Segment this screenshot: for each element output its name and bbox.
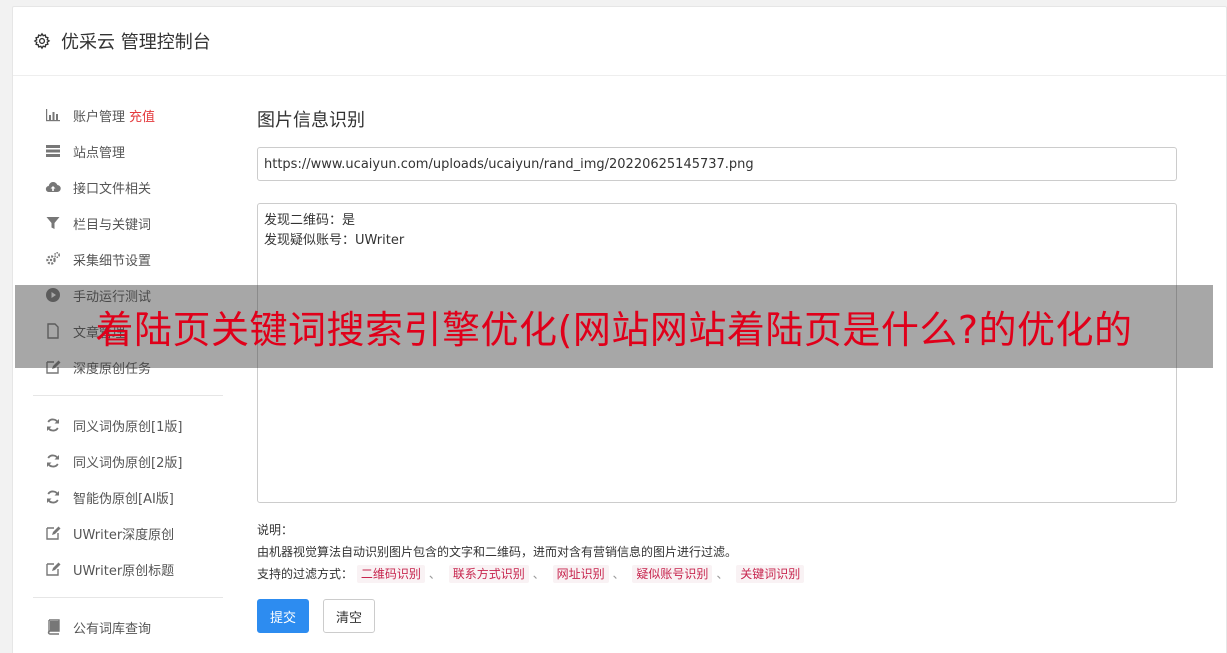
separator: 、 [428, 567, 441, 581]
sidebar-item-account[interactable]: 账户管理 充值 [33, 97, 223, 133]
cogs-icon [44, 251, 62, 267]
sidebar-divider [33, 597, 223, 598]
cloud-upload-icon [44, 179, 62, 195]
description-block: 说明： 由机器视觉算法自动识别图片包含的文字和二维码，进而对含有营销信息的图片进… [257, 519, 1177, 585]
sidebar-item-collect-settings[interactable]: 采集细节设置 [33, 241, 223, 277]
recharge-link[interactable]: 充值 [129, 106, 155, 125]
main-content: 图片信息识别 发现二维码：是 发现疑似账号：UWriter 说明： 由机器视觉算… [257, 107, 1177, 633]
sidebar-item-label: 栏目与关键词 [73, 217, 152, 233]
sidebar-item-label: 同义词伪原创[1版] [73, 419, 183, 435]
sidebar-item-label: UWriter深度原创 [73, 527, 175, 543]
bar-chart-icon [44, 107, 62, 123]
filter-tag-url: 网址识别 [552, 565, 609, 583]
banner-text: 着陆页关键词搜索引擎优化(网站网站着陆页是什么?的优化的 [95, 308, 1133, 352]
filter-icon [44, 215, 62, 231]
server-icon [44, 143, 62, 159]
sidebar: 账户管理 充值 站点管理 接口文件相关 栏目与关键词 采集细节设置 手动运行测试… [33, 97, 223, 645]
filter-tag-keyword: 关键词识别 [736, 565, 805, 583]
refresh-icon [44, 453, 62, 469]
sidebar-item-label: 接口文件相关 [73, 181, 152, 197]
clear-button[interactable]: 清空 [323, 599, 376, 633]
section-title: 图片信息识别 [257, 110, 365, 131]
separator: 、 [532, 567, 545, 581]
refresh-icon [44, 417, 62, 433]
filter-methods: 支持的过滤方式： 二维码识别、 联系方式识别、 网址识别、 疑似账号识别、 关键… [257, 563, 1177, 585]
submit-button[interactable]: 提交 [257, 599, 310, 633]
edit-icon [44, 561, 62, 577]
filter-tag-qrcode: 二维码识别 [356, 565, 425, 583]
refresh-icon [44, 489, 62, 505]
sidebar-divider [33, 395, 223, 396]
separator: 、 [612, 567, 625, 581]
sidebar-item-synonym-v2[interactable]: 同义词伪原创[2版] [33, 443, 223, 479]
sidebar-item-label: 采集细节设置 [73, 253, 152, 269]
edit-icon [44, 525, 62, 541]
sidebar-item-label: 公有词库查询 [73, 621, 152, 637]
page-title: 优采云 管理控制台 [61, 32, 211, 53]
header: 优采云 管理控制台 [13, 7, 1226, 76]
gear-icon [33, 32, 51, 50]
note-description: 由机器视觉算法自动识别图片包含的文字和二维码，进而对含有营销信息的图片进行过滤。 [257, 545, 738, 559]
action-buttons: 提交 清空 [257, 599, 1177, 633]
sidebar-item-label: 账户管理 [73, 109, 126, 125]
filter-tag-account: 疑似账号识别 [632, 565, 713, 583]
separator: 、 [716, 567, 729, 581]
note-label: 说明： [257, 523, 294, 537]
filter-label: 支持的过滤方式： [257, 567, 354, 581]
sidebar-item-ai-rewrite[interactable]: 智能伪原创[AI版] [33, 479, 223, 515]
sidebar-item-public-lexicon[interactable]: 公有词库查询 [33, 609, 223, 645]
sidebar-item-label: 智能伪原创[AI版] [73, 491, 174, 507]
sidebar-item-uwriter-deep[interactable]: UWriter深度原创 [33, 515, 223, 551]
overlay-banner: 着陆页关键词搜索引擎优化(网站网站着陆页是什么?的优化的 [15, 285, 1213, 368]
sidebar-item-label: 同义词伪原创[2版] [73, 455, 183, 471]
sidebar-item-uwriter-title[interactable]: UWriter原创标题 [33, 551, 223, 587]
sidebar-item-label: UWriter原创标题 [73, 563, 175, 579]
sidebar-item-label: 站点管理 [73, 145, 126, 161]
sidebar-item-interface[interactable]: 接口文件相关 [33, 169, 223, 205]
sidebar-item-sites[interactable]: 站点管理 [33, 133, 223, 169]
filter-tag-contact: 联系方式识别 [448, 565, 529, 583]
image-url-input[interactable] [257, 147, 1177, 181]
sidebar-item-synonym-v1[interactable]: 同义词伪原创[1版] [33, 407, 223, 443]
book-icon [44, 619, 62, 635]
sidebar-item-columns[interactable]: 栏目与关键词 [33, 205, 223, 241]
